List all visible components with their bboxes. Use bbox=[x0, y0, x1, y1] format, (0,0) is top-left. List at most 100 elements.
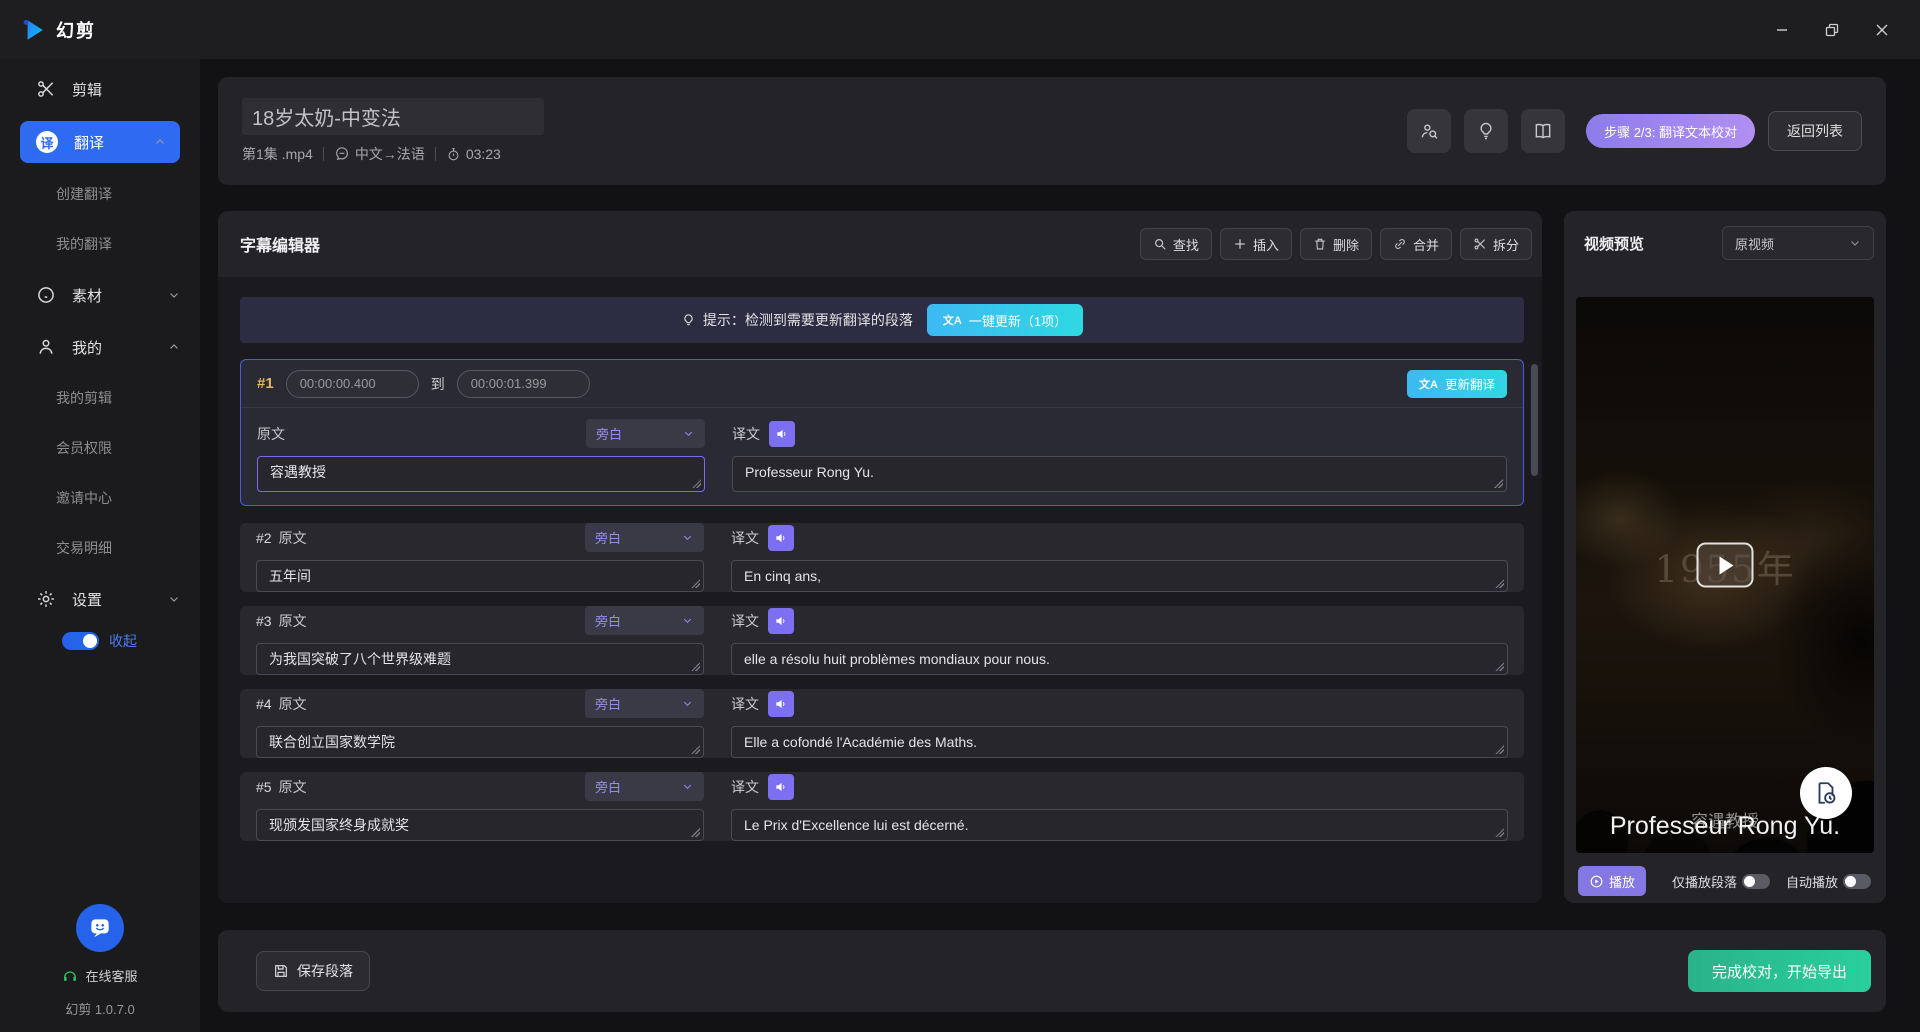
subtitle-entry-1[interactable]: #1 到 文A 更新翻译 原文 bbox=[240, 359, 1524, 506]
subtitle-editor: 字幕编辑器 查找 bbox=[218, 211, 1542, 903]
target-textarea[interactable]: elle a résolu huit problèmes mondiaux po… bbox=[731, 643, 1508, 675]
source-textarea[interactable]: 现颁发国家终身成就奖 bbox=[256, 809, 704, 841]
sidebar-item-label: 素材 bbox=[72, 285, 152, 306]
autoplay-toggle[interactable] bbox=[1843, 874, 1871, 889]
play-button[interactable]: 播放 bbox=[1578, 866, 1646, 896]
subtitle-entry-5[interactable]: #5 原文 旁白 bbox=[240, 772, 1524, 841]
chevron-down-icon bbox=[682, 698, 694, 710]
sidebar-item-transactions[interactable]: 交易明细 bbox=[0, 529, 200, 567]
split-button[interactable]: 拆分 bbox=[1460, 228, 1532, 260]
finish-export-button[interactable]: 完成校对，开始导出 bbox=[1688, 950, 1871, 992]
link-icon bbox=[1393, 237, 1407, 251]
back-to-list-button[interactable]: 返回列表 bbox=[1768, 111, 1862, 151]
play-label: 播放 bbox=[1609, 872, 1635, 891]
sidebar-item-my-translations[interactable]: 我的翻译 bbox=[0, 225, 200, 263]
tips-button[interactable] bbox=[1464, 109, 1508, 153]
sidebar-item-invite-center[interactable]: 邀请中心 bbox=[0, 479, 200, 517]
speaker-button[interactable] bbox=[768, 691, 794, 717]
video-source-value: 原视频 bbox=[1735, 234, 1774, 253]
target-textarea[interactable]: Elle a cofondé l'Académie des Maths. bbox=[731, 726, 1508, 758]
sidebar-item-my-clips[interactable]: 我的剪辑 bbox=[0, 379, 200, 417]
to-label: 到 bbox=[431, 374, 445, 394]
sidebar-item-edit[interactable]: 剪辑 bbox=[0, 69, 200, 109]
translate-badge-icon: 译 bbox=[36, 131, 58, 153]
update-all-button[interactable]: 文A 一键更新（1项） bbox=[927, 304, 1083, 336]
source-textarea[interactable]: 五年间 bbox=[256, 560, 704, 592]
sidebar-item-membership[interactable]: 会员权限 bbox=[0, 429, 200, 467]
find-button[interactable]: 查找 bbox=[1140, 228, 1212, 260]
chevron-down-icon bbox=[682, 781, 694, 793]
file-name: 第1集 .mp4 bbox=[242, 144, 313, 164]
project-title[interactable]: 18岁太奶-中变法 bbox=[242, 98, 544, 135]
video-source-select[interactable]: 原视频 bbox=[1722, 226, 1874, 260]
sidebar-item-create-translation[interactable]: 创建翻译 bbox=[0, 175, 200, 213]
target-textarea[interactable]: Professeur Rong Yu. bbox=[732, 456, 1507, 492]
support-chat-button[interactable] bbox=[76, 904, 124, 952]
update-translation-button[interactable]: 文A 更新翻译 bbox=[1407, 370, 1507, 398]
app-version: 幻剪 1.0.7.0 bbox=[65, 999, 134, 1018]
merge-button[interactable]: 合并 bbox=[1380, 228, 1452, 260]
subtitle-history-button[interactable] bbox=[1800, 767, 1852, 819]
target-label: 译文 bbox=[731, 528, 759, 548]
insert-label: 插入 bbox=[1253, 235, 1279, 254]
subtitle-entry-4[interactable]: #4 原文 旁白 bbox=[240, 689, 1524, 758]
voice-type-select[interactable]: 旁白 bbox=[585, 772, 704, 801]
voice-type-select[interactable]: 旁白 bbox=[586, 419, 705, 448]
trash-icon bbox=[1313, 237, 1327, 251]
voice-type-select[interactable]: 旁白 bbox=[585, 523, 704, 552]
update-translation-label: 更新翻译 bbox=[1445, 374, 1495, 393]
insert-button[interactable]: 插入 bbox=[1220, 228, 1292, 260]
sidebar-item-materials[interactable]: 素材 bbox=[0, 275, 200, 315]
update-notice: 提示：检测到需要更新翻译的段落 文A 一键更新（1项） bbox=[240, 297, 1524, 343]
play-icon bbox=[1720, 556, 1734, 574]
end-time-input[interactable] bbox=[457, 370, 590, 398]
source-textarea[interactable]: 联合创立国家数学院 bbox=[256, 726, 704, 758]
video-player[interactable]: 1955年 容遇教授 Professeur Rong Yu. bbox=[1576, 297, 1874, 853]
subtitle-entry-2[interactable]: #2 原文 旁白 bbox=[240, 523, 1524, 592]
voice-type-value: 旁白 bbox=[595, 528, 621, 547]
divider bbox=[323, 147, 324, 161]
chevron-down-icon bbox=[682, 532, 694, 544]
entry-number: #1 bbox=[257, 375, 274, 392]
close-icon[interactable] bbox=[1864, 12, 1900, 48]
sidebar-item-label: 剪辑 bbox=[72, 79, 180, 100]
update-all-label: 一键更新（1项） bbox=[969, 311, 1067, 330]
subtitle-entry-3[interactable]: #3 原文 旁白 bbox=[240, 606, 1524, 675]
segment-only-toggle[interactable] bbox=[1742, 874, 1770, 889]
delete-button[interactable]: 删除 bbox=[1300, 228, 1372, 260]
subtitle-list[interactable]: 提示：检测到需要更新翻译的段落 文A 一键更新（1项） #1 到 bbox=[218, 277, 1542, 903]
speaker-button[interactable] bbox=[768, 774, 794, 800]
start-time-input[interactable] bbox=[286, 370, 419, 398]
play-overlay-button[interactable] bbox=[1697, 543, 1754, 588]
source-label: 原文 bbox=[279, 777, 307, 797]
sidebar-item-translate[interactable]: 译 翻译 bbox=[20, 121, 180, 163]
guide-button[interactable] bbox=[1521, 109, 1565, 153]
scissors-icon bbox=[1473, 237, 1487, 251]
plus-icon bbox=[1233, 237, 1247, 251]
project-header: 18岁太奶-中变法 第1集 .mp4 中文→法语 bbox=[218, 77, 1886, 185]
timer-icon bbox=[446, 147, 461, 162]
source-textarea[interactable]: 为我国突破了八个世界级难题 bbox=[256, 643, 704, 675]
speaker-button[interactable] bbox=[769, 421, 795, 447]
person-search-icon bbox=[1419, 121, 1439, 141]
entry-number: #5 bbox=[256, 779, 272, 795]
voice-type-select[interactable]: 旁白 bbox=[585, 689, 704, 718]
target-textarea[interactable]: En cinq ans, bbox=[731, 560, 1508, 592]
play-circle-icon bbox=[1589, 874, 1604, 889]
source-label: 原文 bbox=[257, 424, 285, 444]
speaker-button[interactable] bbox=[768, 608, 794, 634]
collapse-toggle[interactable] bbox=[62, 632, 99, 650]
target-textarea[interactable]: Le Prix d'Excellence lui est décerné. bbox=[731, 809, 1508, 841]
app-name: 幻剪 bbox=[56, 17, 96, 43]
speaker-button[interactable] bbox=[768, 525, 794, 551]
minimize-icon[interactable] bbox=[1764, 12, 1800, 48]
sidebar-item-mine[interactable]: 我的 bbox=[0, 327, 200, 367]
online-support[interactable]: 在线客服 bbox=[62, 966, 137, 985]
scrollbar-thumb[interactable] bbox=[1531, 364, 1538, 476]
save-segments-button[interactable]: 保存段落 bbox=[256, 951, 370, 991]
restore-icon[interactable] bbox=[1814, 12, 1850, 48]
voice-type-select[interactable]: 旁白 bbox=[585, 606, 704, 635]
feedback-button[interactable] bbox=[1407, 109, 1451, 153]
sidebar-item-settings[interactable]: 设置 bbox=[0, 579, 200, 619]
source-textarea[interactable]: 容遇教授 bbox=[257, 456, 705, 492]
